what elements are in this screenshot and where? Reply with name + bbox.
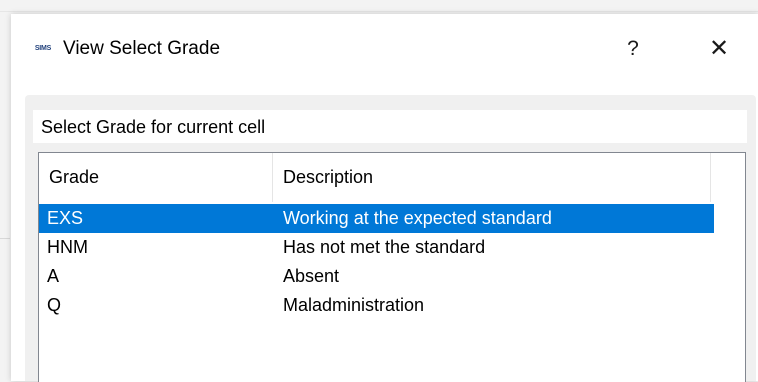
list-header: Grade Description [39,153,745,202]
grade-cell: EXS [47,208,84,228]
column-header-description[interactable]: Description [273,153,711,202]
description-cell: Maladministration [283,295,425,315]
column-header-grade[interactable]: Grade [39,153,273,202]
description-cell: Has not met the standard [283,237,486,257]
window-title: View Select Grade [63,38,221,59]
prompt-panel: Select Grade for current cell [33,110,747,143]
title-bar[interactable]: SIMS View Select Grade ? ✕ [11,14,758,80]
description-cell: Absent [283,266,340,286]
list-item[interactable]: HNM Has not met the standard [39,233,714,262]
prompt-label: Select Grade for current cell [41,117,266,137]
background-divider [0,11,758,12]
grade-list[interactable]: Grade Description EXS Working at the exp… [38,152,746,382]
list-rows: EXS Working at the expected standard HNM… [39,204,745,320]
dialog-client-area: Select Grade for current cell Grade Desc… [25,95,756,382]
list-item[interactable]: Q Maladministration [39,291,714,320]
grade-cell: Q [47,295,62,315]
select-grade-dialog: SIMS View Select Grade ? ✕ Select Grade … [11,14,758,382]
sims-app-icon: SIMS [34,45,52,52]
close-button[interactable]: ✕ [696,31,742,67]
list-item[interactable]: EXS Working at the expected standard [39,204,714,233]
grade-cell: A [47,266,60,286]
description-cell: Working at the expected standard [283,208,552,228]
help-button[interactable]: ? [610,31,656,67]
list-item[interactable]: A Absent [39,262,714,291]
grade-cell: HNM [47,237,88,257]
background-divider-left [0,238,10,239]
